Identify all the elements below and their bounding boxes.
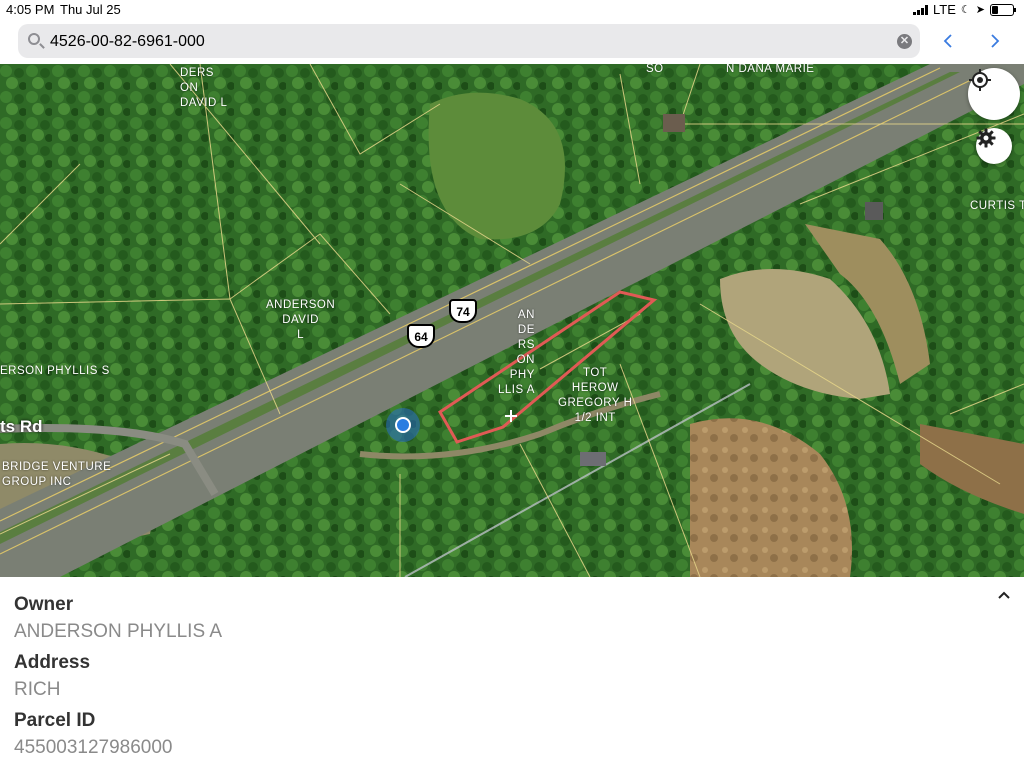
parcel-info-panel: Owner ANDERSON PHYLLIS A Address RICH Pa…	[0, 577, 1024, 768]
status-indicators: LTE ☾ ➤	[913, 2, 1016, 17]
parcel-label: TOT HEROW GREGORY H 1/2 INT	[558, 367, 633, 424]
route-shield: 74	[449, 299, 477, 323]
parcel-label: ANDERSON DAVID L	[266, 299, 336, 341]
route-shield: 64	[407, 324, 435, 348]
parcel-label: ERSON PHYLLIS S	[0, 365, 110, 377]
parcel-label: DERS ON DAVID L	[180, 67, 228, 109]
back-button[interactable]	[938, 30, 958, 52]
road-label: ts Rd	[0, 417, 43, 436]
parcel-label: N DANA MARIE	[726, 64, 815, 75]
network-label: LTE	[933, 2, 956, 17]
crosshair-icon	[969, 69, 991, 91]
search-icon	[28, 33, 40, 45]
satellite-map[interactable]: DERS ON DAVID L SO N DANA MARIE CURTIS T A…	[0, 64, 1024, 577]
location-arrow-icon: ➤	[975, 4, 985, 16]
owner-label: Owner	[14, 594, 74, 615]
parcel-id-value: 455003127986000	[14, 737, 173, 758]
moon-icon: ☾	[960, 4, 971, 16]
battery-icon	[990, 3, 1016, 16]
parcel-label: BRIDGE VENTURE GROUP INC	[2, 461, 112, 488]
search-input[interactable]	[48, 30, 902, 54]
collapse-button[interactable]	[996, 587, 1012, 603]
address-value: RICH	[14, 679, 61, 700]
chevron-left-icon	[943, 34, 952, 48]
chevron-up-icon	[998, 591, 1010, 599]
status-time: 4:05 PM	[6, 2, 55, 17]
parcel-label: AN DE RS ON PHY LLIS A	[498, 309, 535, 396]
gear-icon	[976, 128, 996, 148]
chevron-right-icon	[991, 34, 1000, 48]
status-date: Thu Jul 25	[60, 2, 121, 17]
parcel-id-label: Parcel ID	[14, 710, 96, 731]
status-bar: 4:05 PM Thu Jul 25 LTE ☾ ➤	[0, 0, 1024, 20]
parcel-label: SO	[646, 64, 664, 75]
clear-icon[interactable]: ✕	[897, 34, 912, 49]
signal-icon	[913, 4, 929, 15]
address-label: Address	[14, 652, 91, 673]
owner-value: ANDERSON PHYLLIS A	[14, 621, 223, 642]
forward-button[interactable]	[985, 30, 1005, 52]
search-bar[interactable]: ✕	[18, 24, 920, 58]
settings-button[interactable]	[976, 128, 1012, 164]
user-location-marker	[386, 408, 420, 442]
locate-button[interactable]	[968, 68, 1020, 120]
parcel-label: CURTIS T	[970, 200, 1024, 212]
